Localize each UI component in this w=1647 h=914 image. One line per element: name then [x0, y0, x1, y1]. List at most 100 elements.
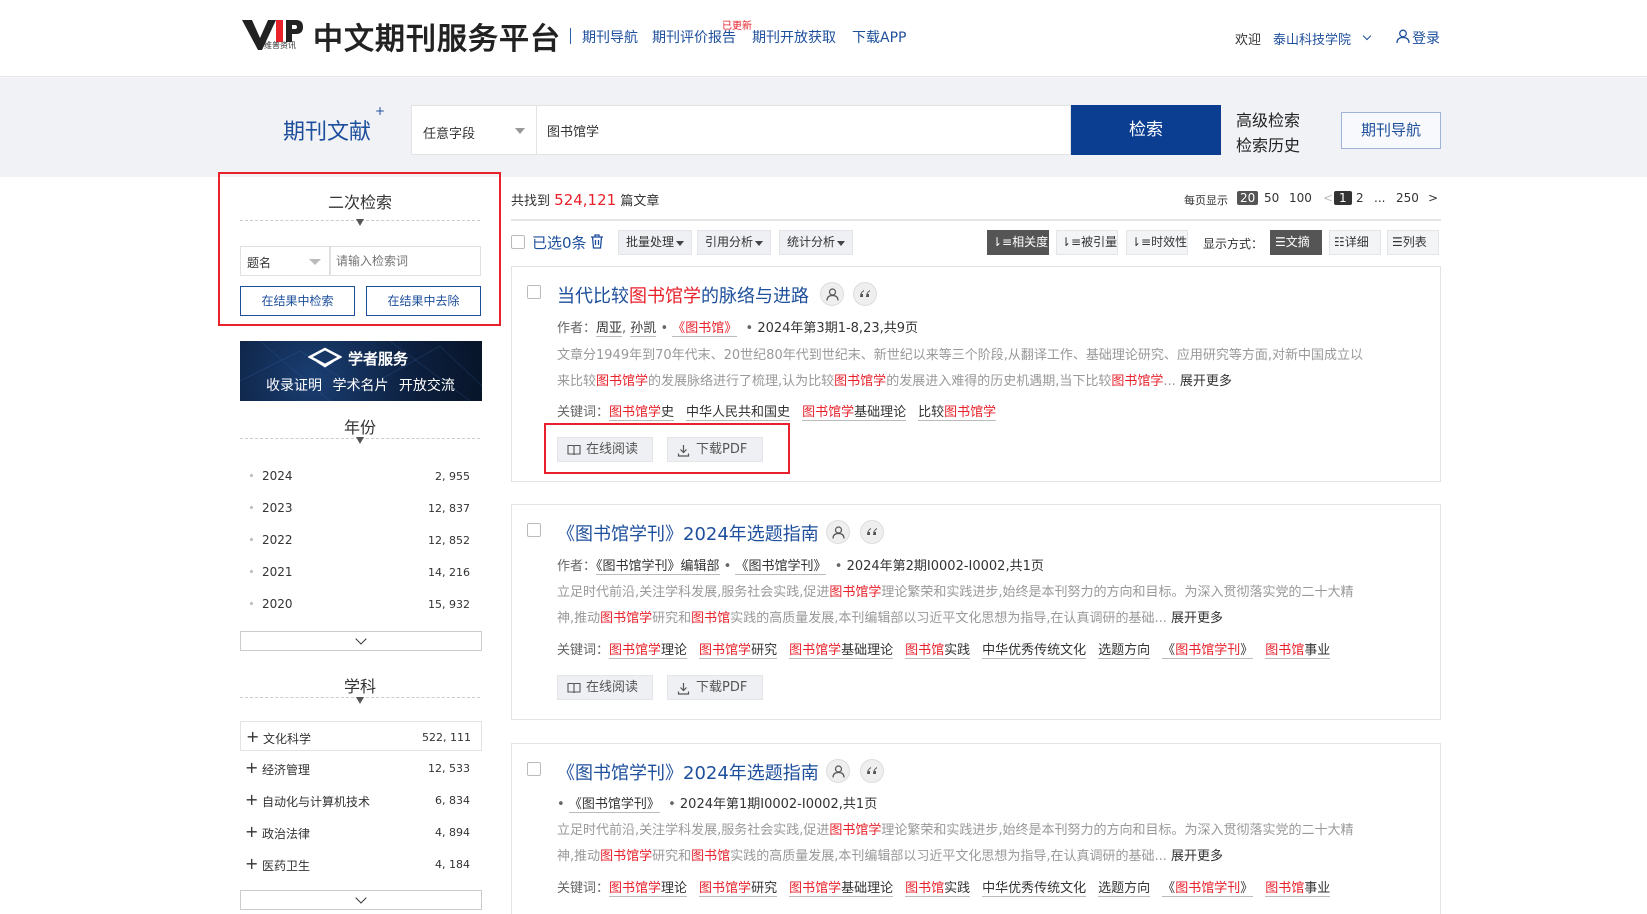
subject-facet-item[interactable]: + 经济管理 12, 533	[240, 753, 480, 783]
download-pdf-button[interactable]: 下载PDF	[667, 437, 763, 462]
nav-download-app[interactable]: 下载APP	[852, 27, 906, 47]
keyword-link[interactable]: 中华优秀传统文化	[982, 643, 1087, 659]
plus-icon[interactable]: +	[245, 854, 258, 873]
select-all-checkbox[interactable]	[511, 235, 525, 249]
keyword-link[interactable]: 图书馆学研究	[699, 881, 778, 897]
secondary-search-input[interactable]	[330, 246, 481, 276]
search-history-link[interactable]: 检索历史	[1236, 132, 1300, 156]
subject-expand-button[interactable]	[240, 890, 482, 910]
plus-icon[interactable]: +	[246, 727, 259, 746]
sort-recency-button[interactable]: ⇂≡时效性	[1126, 230, 1188, 255]
year-facet-item[interactable]: 2024 2, 955	[240, 461, 480, 491]
journal-link[interactable]: 《图书馆学刊》	[735, 559, 827, 575]
cite-quote-icon[interactable]	[860, 520, 884, 544]
keyword-link[interactable]: 中华人民共和国史	[686, 405, 791, 421]
chevron-down-icon[interactable]	[1362, 31, 1372, 41]
display-list-button[interactable]: ☰列表	[1387, 230, 1439, 255]
expand-more-link[interactable]: 展开更多	[1171, 611, 1223, 626]
nav-journal-guide[interactable]: 期刊导航	[582, 27, 638, 47]
statistics-analysis-dropdown[interactable]: 统计分析	[779, 230, 853, 255]
subject-facet-item[interactable]: + 医药卫生 4, 184	[240, 849, 480, 879]
prev-page-button[interactable]: <	[1323, 191, 1333, 205]
page-button-last[interactable]: 250	[1396, 191, 1419, 205]
keyword-link[interactable]: 选题方向	[1098, 881, 1151, 897]
read-online-button[interactable]: 在线阅读	[557, 675, 653, 700]
plus-icon[interactable]: +	[245, 822, 258, 841]
keyword-link[interactable]: 图书馆学研究	[699, 643, 778, 659]
selected-count-link[interactable]: 已选0条	[532, 232, 587, 253]
citation-analysis-dropdown[interactable]: 引用分析	[697, 230, 771, 255]
keyword-link[interactable]: 中华优秀传统文化	[982, 881, 1087, 897]
advanced-search-link[interactable]: 高级检索	[1236, 107, 1300, 131]
author-profile-icon[interactable]	[826, 759, 850, 783]
keyword-link[interactable]: 图书馆实践	[905, 643, 971, 659]
per-page-option[interactable]: 100	[1289, 191, 1312, 205]
journal-link[interactable]: 《图书馆》	[672, 321, 738, 337]
display-abstract-button[interactable]: ☰文摘	[1270, 230, 1322, 255]
keyword-link[interactable]: 图书馆事业	[1265, 643, 1331, 659]
author-link[interactable]: 《图书馆学刊》编辑部	[596, 559, 720, 575]
result-checkbox[interactable]	[527, 762, 541, 776]
sort-citations-button[interactable]: ⇂≡被引量	[1056, 230, 1118, 255]
sort-relevance-button[interactable]: ⇂≡相关度	[987, 230, 1049, 255]
search-type-plus[interactable]: +	[375, 104, 385, 118]
subject-facet-item[interactable]: + 政治法律 4, 894	[240, 817, 480, 847]
keyword-link[interactable]: 图书馆实践	[905, 881, 971, 897]
keyword-link[interactable]: 图书馆学基础理论	[802, 405, 907, 421]
result-checkbox[interactable]	[527, 285, 541, 299]
download-pdf-button[interactable]: 下载PDF	[667, 675, 763, 700]
keyword-link[interactable]: 《图书馆学刊》	[1162, 643, 1254, 659]
keyword-link[interactable]: 图书馆学基础理论	[789, 881, 894, 897]
institution-dropdown[interactable]: 泰山科技学院	[1273, 29, 1351, 48]
batch-process-dropdown[interactable]: 批量处理	[618, 230, 692, 255]
keyword-link[interactable]: 图书馆事业	[1265, 881, 1331, 897]
secondary-field-select[interactable]: 题名	[240, 246, 330, 276]
author-link[interactable]: 孙凯	[630, 321, 657, 337]
year-facet-item[interactable]: 2021 14, 216	[240, 557, 480, 587]
keyword-link[interactable]: 图书馆学理论	[609, 643, 688, 659]
expand-more-link[interactable]: 展开更多	[1171, 849, 1223, 864]
trash-icon[interactable]	[590, 234, 604, 249]
read-online-button[interactable]: 在线阅读	[557, 437, 653, 462]
author-link[interactable]: 周亚	[596, 321, 623, 337]
result-checkbox[interactable]	[527, 523, 541, 537]
journal-link[interactable]: 《图书馆学刊》	[568, 797, 660, 813]
expand-more-link[interactable]: 展开更多	[1180, 374, 1232, 389]
keyword-link[interactable]: 《图书馆学刊》	[1162, 881, 1254, 897]
search-in-results-button[interactable]: 在结果中检索	[240, 286, 355, 316]
field-select[interactable]: 任意字段	[411, 105, 536, 155]
keyword-link[interactable]: 图书馆学史	[609, 405, 675, 421]
per-page-option[interactable]: 20	[1237, 191, 1259, 205]
site-title[interactable]: 中文期刊服务平台	[313, 14, 561, 58]
author-profile-icon[interactable]	[820, 282, 844, 306]
keyword-link[interactable]: 图书馆学理论	[609, 881, 688, 897]
page-button[interactable]: 2	[1356, 191, 1364, 205]
journal-nav-button[interactable]: 期刊导航	[1341, 112, 1441, 149]
keyword-link[interactable]: 选题方向	[1098, 643, 1151, 659]
remove-from-results-button[interactable]: 在结果中去除	[366, 286, 481, 316]
year-expand-button[interactable]	[240, 631, 482, 651]
result-title-link[interactable]: 当代比较图书馆学的脉络与进路	[557, 282, 809, 308]
display-detail-button[interactable]: ☷详细	[1329, 230, 1381, 255]
plus-icon[interactable]: +	[245, 758, 258, 777]
search-button[interactable]: 检索	[1071, 105, 1221, 155]
result-title-link[interactable]: 《图书馆学刊》2024年选题指南	[557, 759, 819, 785]
per-page-option[interactable]: 50	[1264, 191, 1279, 205]
scholar-service-banner[interactable]: 学者服务 收录证明 学术名片 开放交流	[240, 341, 482, 401]
search-type-label[interactable]: 期刊文献	[283, 114, 371, 146]
subject-facet-item[interactable]: + 自动化与计算机技术 6, 834	[240, 785, 480, 815]
search-input[interactable]	[536, 105, 1071, 155]
next-page-button[interactable]: >	[1428, 191, 1438, 205]
plus-icon[interactable]: +	[245, 790, 258, 809]
user-icon[interactable]	[1396, 29, 1410, 44]
keyword-link[interactable]: 图书馆学基础理论	[789, 643, 894, 659]
cite-quote-icon[interactable]	[860, 759, 884, 783]
keyword-link[interactable]: 比较图书馆学	[918, 405, 997, 421]
nav-open-access[interactable]: 期刊开放获取	[752, 27, 836, 47]
subject-facet-item[interactable]: + 文化科学 522, 111	[240, 721, 482, 751]
cite-quote-icon[interactable]	[853, 282, 877, 306]
year-facet-item[interactable]: 2020 15, 932	[240, 589, 480, 619]
year-facet-item[interactable]: 2023 12, 837	[240, 493, 480, 523]
result-title-link[interactable]: 《图书馆学刊》2024年选题指南	[557, 520, 819, 546]
page-button-current[interactable]: 1	[1334, 191, 1352, 205]
